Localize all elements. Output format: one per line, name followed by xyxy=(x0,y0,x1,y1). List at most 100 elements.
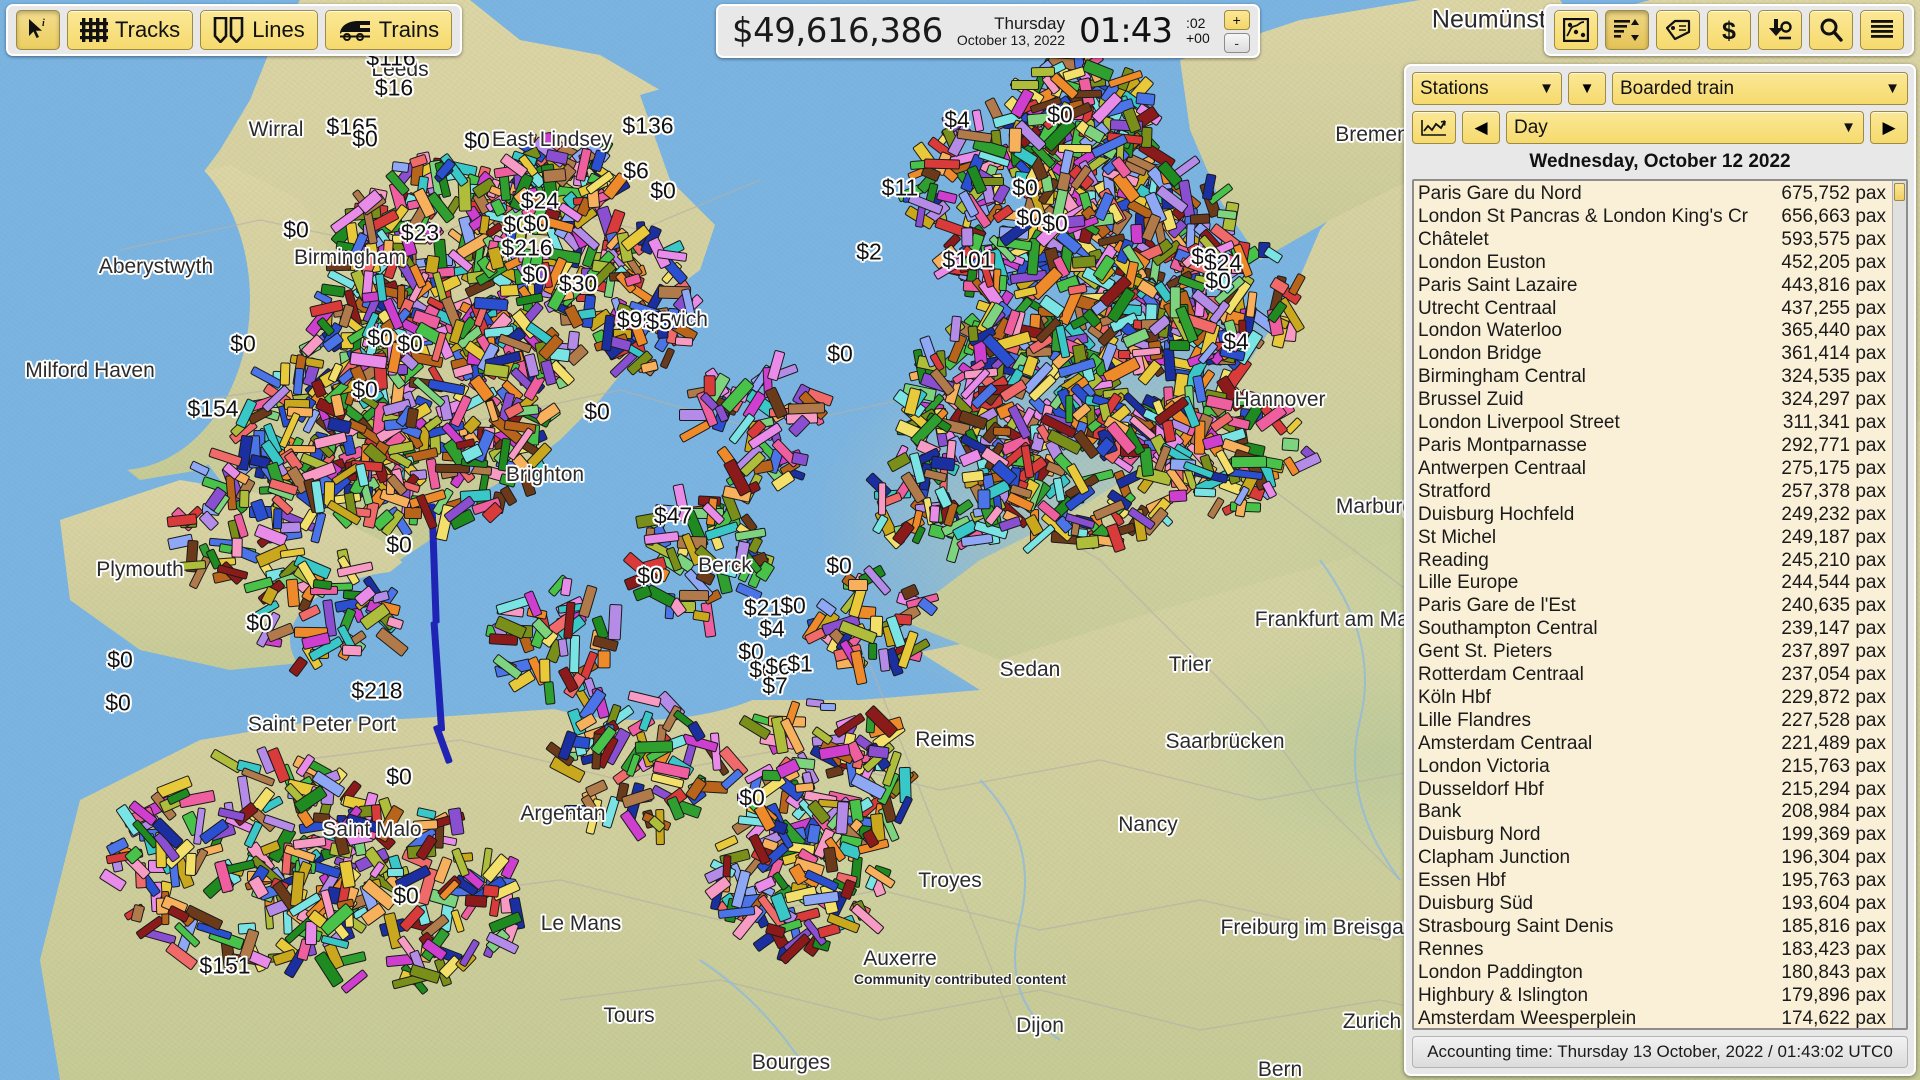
train-sprite[interactable] xyxy=(877,483,887,516)
station-row[interactable]: London Euston 452,205 pax xyxy=(1418,252,1892,275)
station-row[interactable]: Brussel Zuid 324,297 pax xyxy=(1418,389,1892,412)
train-sprite[interactable] xyxy=(961,227,974,247)
train-sprite[interactable] xyxy=(1011,80,1039,91)
train-sprite[interactable] xyxy=(272,508,283,530)
train-sprite[interactable] xyxy=(1216,208,1238,220)
station-row[interactable]: Stratford 257,378 pax xyxy=(1418,481,1892,504)
list-scrollbar[interactable] xyxy=(1892,181,1906,1028)
station-row[interactable]: Paris Saint Lazaire 443,816 pax xyxy=(1418,275,1892,298)
scrollbar-thumb[interactable] xyxy=(1894,183,1905,201)
station-row[interactable]: Lille Flandres 227,528 pax xyxy=(1418,710,1892,733)
train-sprite[interactable] xyxy=(1194,487,1217,498)
train-sprite[interactable] xyxy=(412,819,439,831)
lines-tool-button[interactable]: Lines xyxy=(200,10,318,50)
graph-view-button[interactable] xyxy=(1412,111,1456,144)
train-sprite[interactable] xyxy=(1071,254,1097,269)
train-sprite[interactable] xyxy=(1189,213,1211,226)
station-row[interactable]: Duisburg Nord 199,369 pax xyxy=(1418,824,1892,847)
train-sprite[interactable] xyxy=(977,489,991,510)
train-sprite[interactable] xyxy=(482,883,500,898)
station-row[interactable]: St Michel 249,187 pax xyxy=(1418,527,1892,550)
station-row[interactable]: Lille Europe 244,544 pax xyxy=(1418,572,1892,595)
train-sprite[interactable] xyxy=(238,489,249,509)
train-sprite[interactable] xyxy=(542,167,568,183)
train-sprite[interactable] xyxy=(473,296,509,312)
train-sprite[interactable] xyxy=(1168,488,1188,503)
train-sprite[interactable] xyxy=(464,894,488,909)
train-sprite[interactable] xyxy=(665,307,679,330)
next-period-button[interactable]: ▶ xyxy=(1870,111,1908,144)
map-overlay-button[interactable] xyxy=(1554,10,1598,50)
station-row[interactable]: Antwerpen Centraal 275,175 pax xyxy=(1418,458,1892,481)
speed-down-button[interactable]: - xyxy=(1223,32,1250,53)
station-row[interactable]: London Bridge 361,414 pax xyxy=(1418,343,1892,366)
tracks-tool-button[interactable]: Tracks xyxy=(67,10,194,50)
train-sprite[interactable] xyxy=(569,635,581,674)
train-sprite[interactable] xyxy=(722,854,732,878)
train-sprite[interactable] xyxy=(929,504,941,523)
station-row[interactable]: Birmingham Central 324,535 pax xyxy=(1418,366,1892,389)
secondary-filter-button[interactable]: ▼ xyxy=(1568,72,1606,105)
train-sprite[interactable] xyxy=(386,868,405,878)
station-row[interactable]: London Liverpool Street 311,341 pax xyxy=(1418,412,1892,435)
train-sprite[interactable] xyxy=(867,642,877,660)
train-sprite[interactable] xyxy=(967,325,979,343)
train-sprite[interactable] xyxy=(1281,437,1300,452)
tags-button[interactable] xyxy=(1656,10,1700,50)
search-button[interactable] xyxy=(1809,10,1853,50)
period-select[interactable]: Day ▼ xyxy=(1506,111,1864,144)
train-sprite[interactable] xyxy=(325,261,352,272)
train-sprite[interactable] xyxy=(279,521,302,534)
station-row[interactable]: Châtelet 593,575 pax xyxy=(1418,229,1892,252)
station-row[interactable]: Bank 208,984 pax xyxy=(1418,801,1892,824)
station-row[interactable]: Southampton Central 239,147 pax xyxy=(1418,618,1892,641)
train-sprite[interactable] xyxy=(998,274,1008,292)
train-sprite[interactable] xyxy=(231,537,243,558)
category-select[interactable]: Stations ▼ xyxy=(1412,72,1562,105)
station-list[interactable]: Paris Gare du Nord 675,752 pax London St P… xyxy=(1414,181,1892,1028)
train-sprite[interactable] xyxy=(1230,455,1267,468)
train-sprite[interactable] xyxy=(403,506,423,519)
station-row[interactable]: Paris Gare du Nord 675,752 pax xyxy=(1418,183,1892,206)
statistics-button[interactable] xyxy=(1605,10,1649,50)
train-sprite[interactable] xyxy=(847,578,868,591)
train-sprite[interactable] xyxy=(543,680,556,705)
train-sprite[interactable] xyxy=(820,702,837,712)
menu-button[interactable] xyxy=(1860,10,1904,50)
train-sprite[interactable] xyxy=(312,812,330,824)
train-sprite[interactable] xyxy=(341,644,363,656)
train-sprite[interactable] xyxy=(794,781,814,793)
station-row[interactable]: London Waterloo 365,440 pax xyxy=(1418,320,1892,343)
train-sprite[interactable] xyxy=(538,658,551,683)
train-sprite[interactable] xyxy=(607,604,623,641)
train-sprite[interactable] xyxy=(482,361,510,378)
load-game-button[interactable] xyxy=(1758,10,1802,50)
speed-up-button[interactable]: + xyxy=(1223,9,1250,30)
train-sprite[interactable] xyxy=(678,590,710,602)
select-tool-button[interactable]: i xyxy=(16,10,60,50)
station-row[interactable]: London St Pancras & London King's Cr 656,… xyxy=(1418,206,1892,229)
station-row[interactable]: Duisburg Hochfeld 249,232 pax xyxy=(1418,504,1892,527)
train-sprite[interactable] xyxy=(184,852,197,876)
trains-tool-button[interactable]: Trains xyxy=(324,10,453,50)
train-sprite[interactable] xyxy=(992,426,1012,437)
train-sprite[interactable] xyxy=(279,362,292,386)
train-sprite[interactable] xyxy=(635,740,674,754)
train-sprite[interactable] xyxy=(923,158,961,170)
previous-period-button[interactable]: ◀ xyxy=(1462,111,1500,144)
station-row[interactable]: Clapham Junction 196,304 pax xyxy=(1418,847,1892,870)
station-row[interactable]: Paris Gare de l'Est 240,635 pax xyxy=(1418,595,1892,618)
station-row[interactable]: Reading 245,210 pax xyxy=(1418,550,1892,573)
station-row[interactable]: London Paddington 180,843 pax xyxy=(1418,962,1892,985)
station-row[interactable]: Dusseldorf Hbf 215,294 pax xyxy=(1418,779,1892,802)
station-row[interactable]: Amsterdam Centraal 221,489 pax xyxy=(1418,733,1892,756)
station-row[interactable]: Highbury & Islington 179,896 pax xyxy=(1418,985,1892,1008)
station-row[interactable]: Strasbourg Saint Denis 185,816 pax xyxy=(1418,916,1892,939)
station-row[interactable]: Essen Hbf 195,763 pax xyxy=(1418,870,1892,893)
train-sprite[interactable] xyxy=(597,650,611,669)
train-sprite[interactable] xyxy=(382,239,394,263)
train-sprite[interactable] xyxy=(1064,394,1074,424)
station-row[interactable]: Utrecht Centraal 437,255 pax xyxy=(1418,298,1892,321)
station-row[interactable]: Rotterdam Centraal 237,054 pax xyxy=(1418,664,1892,687)
station-row[interactable]: Köln Hbf 229,872 pax xyxy=(1418,687,1892,710)
